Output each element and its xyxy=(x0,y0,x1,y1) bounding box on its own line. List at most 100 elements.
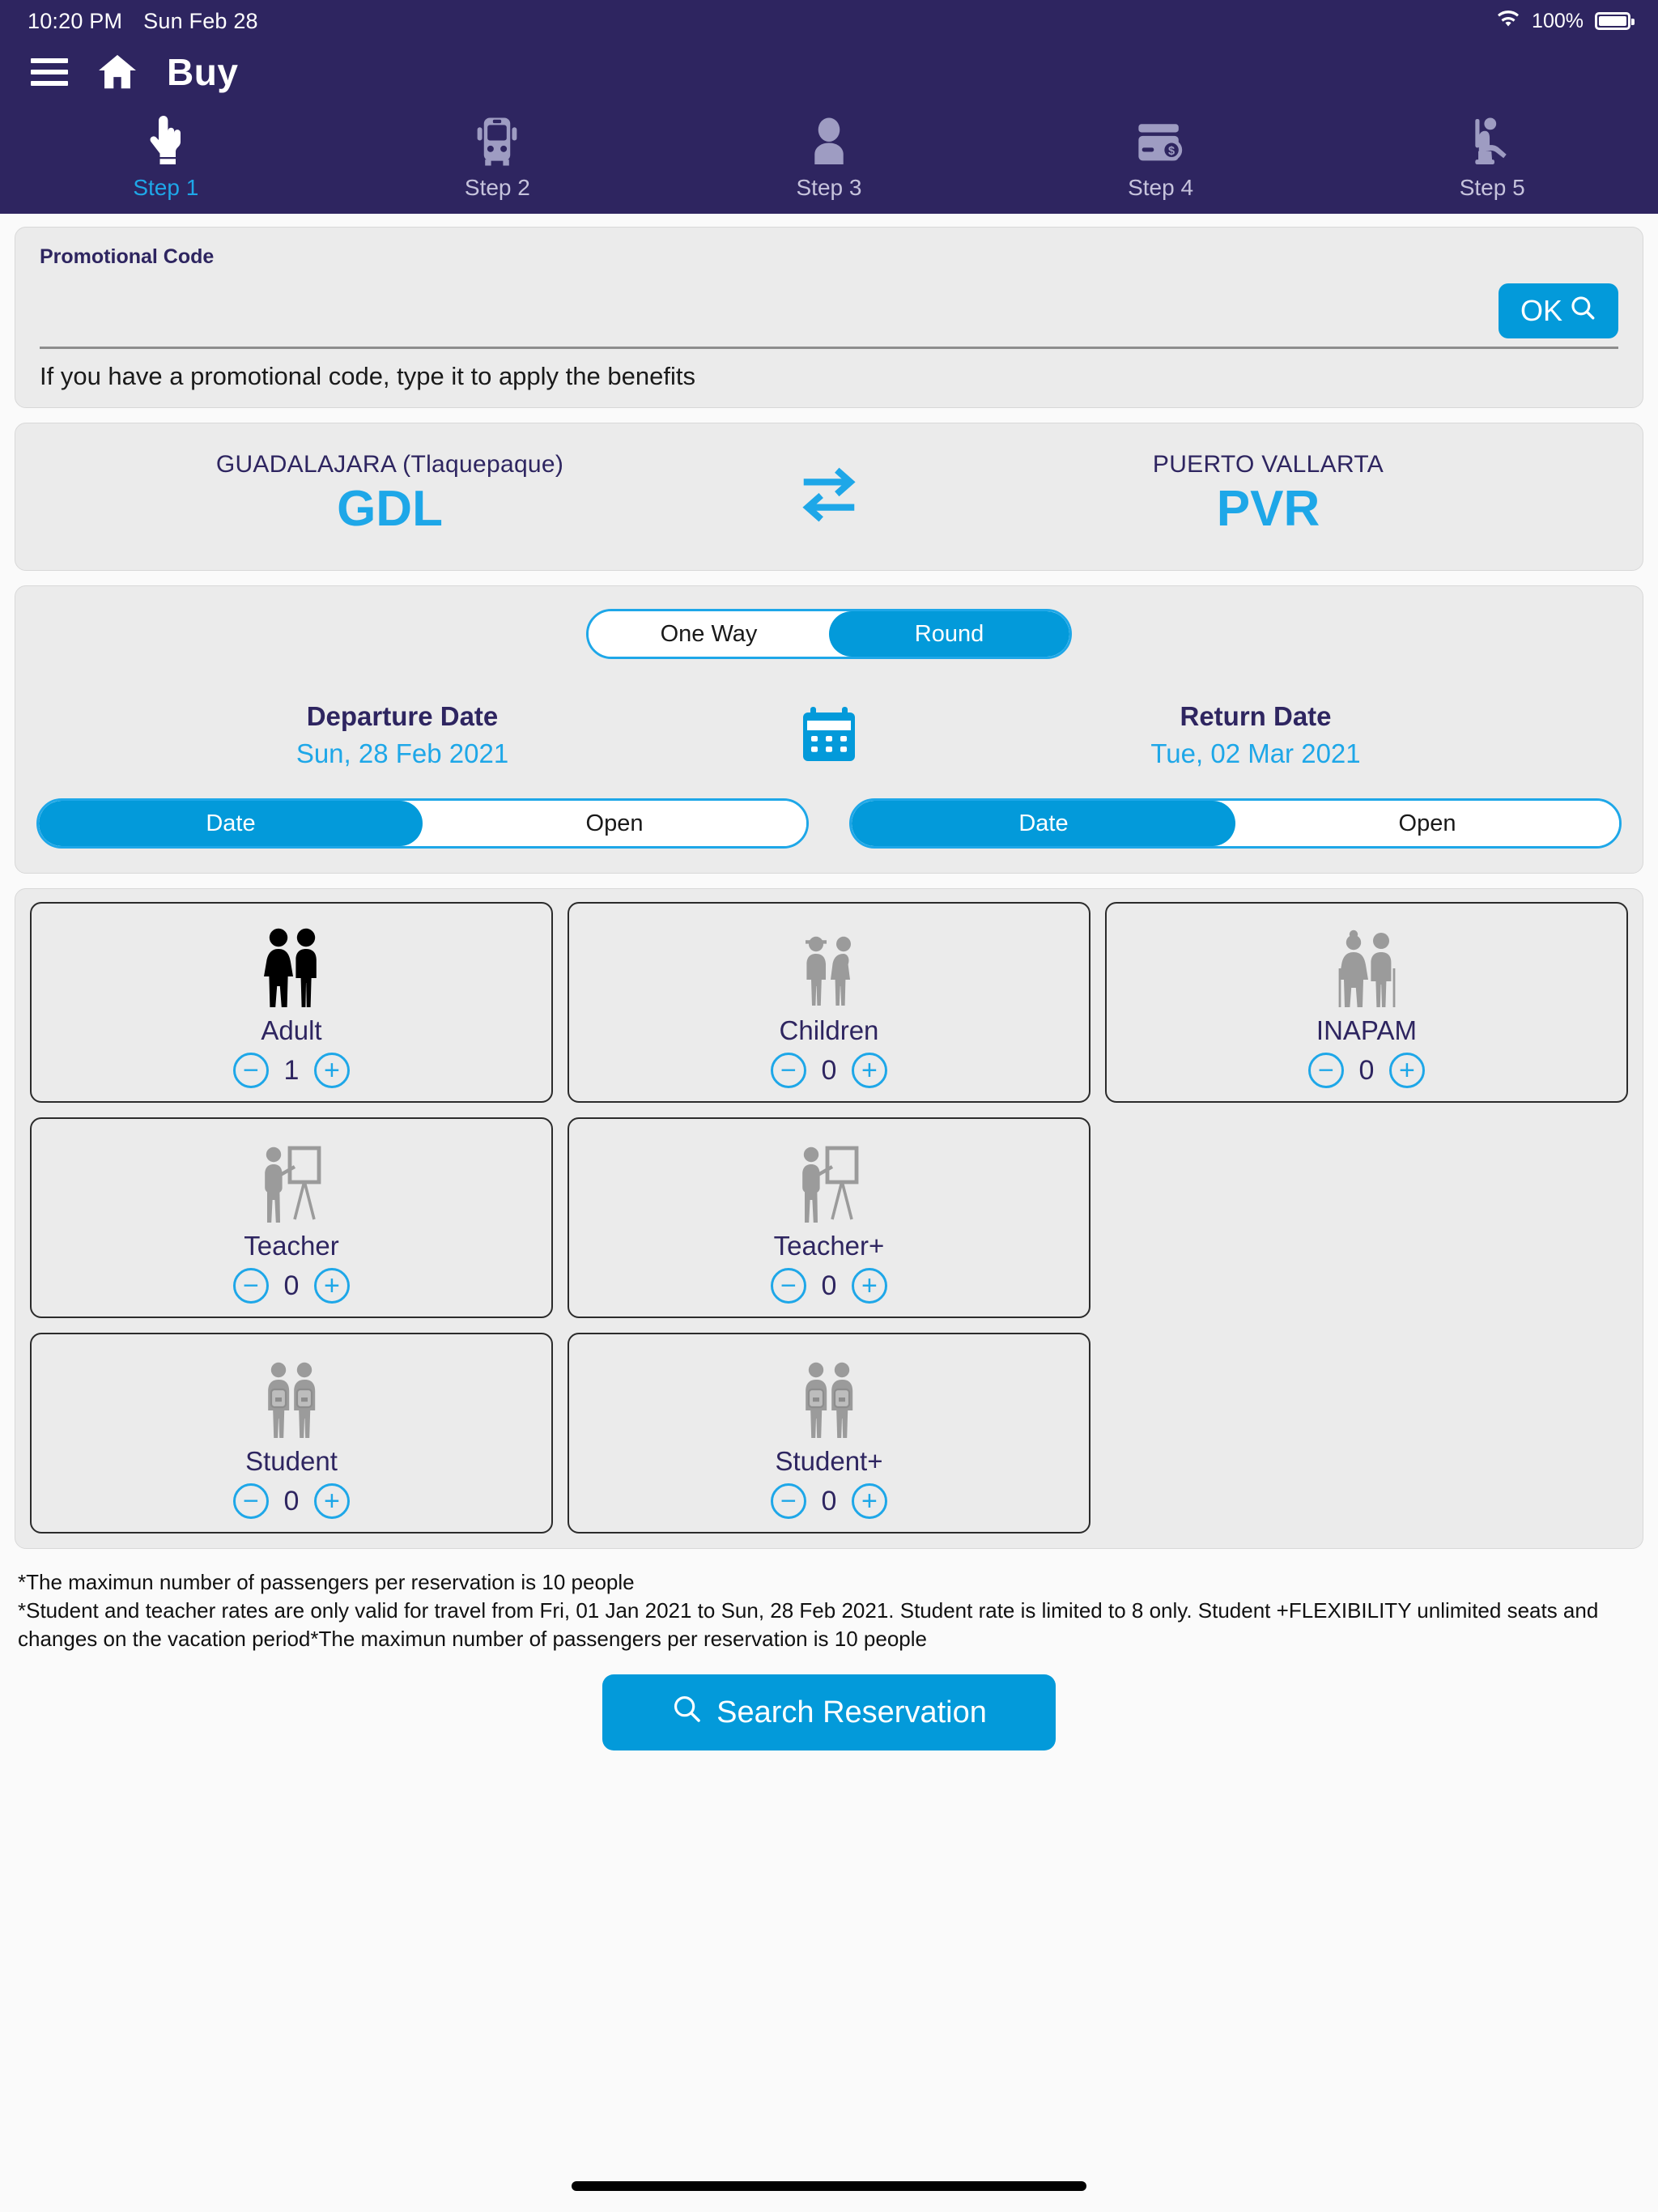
increment-children-button[interactable]: + xyxy=(851,1053,887,1088)
passenger-stepper-student-plus: − 0 + xyxy=(770,1483,887,1519)
trip-type-round[interactable]: Round xyxy=(829,611,1069,657)
passenger-card-inapam[interactable]: INAPAM − 0 + xyxy=(1104,902,1628,1103)
promotional-code-input[interactable] xyxy=(40,287,1499,343)
calendar-icon[interactable] xyxy=(768,705,890,765)
passenger-notes: *The maximun number of passengers per re… xyxy=(15,1563,1643,1653)
trip-type-one-way[interactable]: One Way xyxy=(589,611,829,657)
decrement-student-button[interactable]: − xyxy=(232,1483,269,1519)
step-3[interactable]: Step 3 xyxy=(663,108,995,201)
adult-couple-icon xyxy=(253,920,330,1010)
step-1[interactable]: Step 1 xyxy=(0,108,332,201)
decrement-adult-button[interactable]: − xyxy=(232,1053,269,1088)
passenger-label-children: Children xyxy=(779,1015,879,1045)
promotional-code-hint: If you have a promotional code, type it … xyxy=(40,362,695,390)
passenger-label-teacher-plus: Teacher+ xyxy=(773,1231,885,1261)
passenger-stepper-inapam: − 0 + xyxy=(1307,1053,1425,1088)
decrement-inapam-button[interactable]: − xyxy=(1307,1053,1344,1088)
search-reservation-button[interactable]: Search Reservation xyxy=(602,1674,1056,1751)
origin-city: GUADALAJARA (Tlaquepaque) xyxy=(215,451,564,478)
return-mode-open[interactable]: Open xyxy=(1235,801,1619,846)
wifi-icon xyxy=(1496,10,1520,32)
decrement-student-plus-button[interactable]: − xyxy=(770,1483,806,1519)
promotional-code-panel: Promotional Code OK If you have a promot… xyxy=(15,227,1643,408)
promo-ok-button[interactable]: OK xyxy=(1499,283,1618,338)
app-bar: Buy xyxy=(0,42,1658,108)
step-2[interactable]: Step 2 xyxy=(332,108,664,201)
search-icon xyxy=(671,1693,702,1732)
passenger-card-student[interactable]: Student − 0 + xyxy=(30,1333,553,1534)
route-panel: GUADALAJARA (Tlaquepaque) GDL PUERTO VAL… xyxy=(15,423,1643,571)
passenger-stepper-children: − 0 + xyxy=(770,1053,887,1088)
departure-mode-toggle: Date Open xyxy=(36,798,809,849)
increment-teacher-plus-button[interactable]: + xyxy=(851,1268,887,1304)
search-reservation-wrap: Search Reservation xyxy=(15,1653,1643,1751)
date-modes-row: Date Open Date Open xyxy=(36,798,1622,849)
passenger-card-adult[interactable]: Adult − 1 + xyxy=(30,902,553,1103)
student-backpack-icon xyxy=(253,1351,330,1441)
origin-code: GDL xyxy=(337,481,443,537)
return-mode-toggle: Date Open xyxy=(849,798,1622,849)
increment-student-plus-button[interactable]: + xyxy=(851,1483,887,1519)
status-bar-right: 100% xyxy=(1496,10,1635,33)
passenger-count-inapam: 0 xyxy=(1358,1054,1375,1086)
passenger-card-teacher-plus[interactable]: Teacher+ − 0 + xyxy=(567,1117,1090,1318)
return-date-title: Return Date xyxy=(1180,701,1332,731)
promo-ok-label: OK xyxy=(1520,294,1562,327)
dates-row: Departure Date Sun, 28 Feb 2021 Return D… xyxy=(36,701,1622,769)
increment-inapam-button[interactable]: + xyxy=(1388,1053,1425,1088)
battery-full-icon xyxy=(1595,12,1635,30)
trip-type-toggle: One Way Round xyxy=(586,609,1072,659)
tap-hand-icon xyxy=(145,108,187,167)
main-content: Promotional Code OK If you have a promot… xyxy=(0,214,1658,2212)
step-4[interactable]: $ Step 4 xyxy=(995,108,1327,201)
departure-mode-date[interactable]: Date xyxy=(39,801,423,846)
decrement-teacher-plus-button[interactable]: − xyxy=(770,1268,806,1304)
status-bar-left: 10:20 PM Sun Feb 28 xyxy=(28,9,258,34)
promotional-code-label: Promotional Code xyxy=(40,245,215,268)
promotional-code-row: OK xyxy=(40,269,1618,343)
children-icon xyxy=(790,920,868,1010)
passenger-label-student-plus: Student+ xyxy=(775,1446,883,1476)
decrement-teacher-button[interactable]: − xyxy=(232,1268,269,1304)
passenger-card-student-plus[interactable]: Student+ − 0 + xyxy=(567,1333,1090,1534)
hamburger-menu-icon[interactable] xyxy=(31,58,68,86)
passenger-panel: Adult − 1 + Children − 0 + INAPAM − 0 + … xyxy=(15,888,1643,1549)
passenger-count-teacher-plus: 0 xyxy=(821,1270,837,1301)
passenger-count-student-plus: 0 xyxy=(821,1485,837,1516)
status-date: Sun Feb 28 xyxy=(143,8,258,33)
passenger-card-teacher[interactable]: Teacher − 0 + xyxy=(30,1117,553,1318)
increment-teacher-button[interactable]: + xyxy=(313,1268,350,1304)
destination-city: PUERTO VALLARTA xyxy=(1152,451,1384,478)
passenger-label-inapam: INAPAM xyxy=(1316,1015,1417,1045)
step-indicator: Step 1 Step 2 Step 3 $ Step 4 Step 5 xyxy=(0,108,1658,214)
origin-selector[interactable]: GUADALAJARA (Tlaquepaque) GDL xyxy=(23,451,756,538)
bus-icon xyxy=(473,108,521,167)
step-1-label: Step 1 xyxy=(133,175,199,200)
home-icon[interactable] xyxy=(96,50,139,94)
step-2-label: Step 2 xyxy=(464,175,530,200)
return-mode-date[interactable]: Date xyxy=(852,801,1235,846)
home-indicator[interactable] xyxy=(572,2181,1086,2191)
destination-selector[interactable]: PUERTO VALLARTA PVR xyxy=(902,451,1635,538)
swap-arrows-icon[interactable] xyxy=(756,461,902,529)
search-reservation-label: Search Reservation xyxy=(716,1695,987,1729)
student-backpack-icon xyxy=(790,1351,868,1441)
passenger-label-student: Student xyxy=(245,1446,338,1476)
departure-date-selector[interactable]: Departure Date Sun, 28 Feb 2021 xyxy=(36,701,768,769)
svg-text:$: $ xyxy=(1168,145,1175,158)
increment-student-button[interactable]: + xyxy=(313,1483,350,1519)
passenger-count-student: 0 xyxy=(283,1485,300,1516)
passenger-card-children[interactable]: Children − 0 + xyxy=(567,902,1090,1103)
return-date-selector[interactable]: Return Date Tue, 02 Mar 2021 xyxy=(890,701,1622,769)
decrement-children-button[interactable]: − xyxy=(770,1053,806,1088)
seat-person-icon xyxy=(1469,108,1516,167)
step-5[interactable]: Step 5 xyxy=(1326,108,1658,201)
page-title: Buy xyxy=(167,51,239,93)
teacher-board-icon xyxy=(253,1135,330,1226)
search-icon xyxy=(1569,294,1596,329)
passenger-grid: Adult − 1 + Children − 0 + INAPAM − 0 + … xyxy=(30,902,1628,1534)
departure-mode-open[interactable]: Open xyxy=(423,801,806,846)
payment-card-dollar-icon: $ xyxy=(1135,108,1187,167)
departure-date-title: Departure Date xyxy=(306,701,499,731)
increment-adult-button[interactable]: + xyxy=(313,1053,350,1088)
